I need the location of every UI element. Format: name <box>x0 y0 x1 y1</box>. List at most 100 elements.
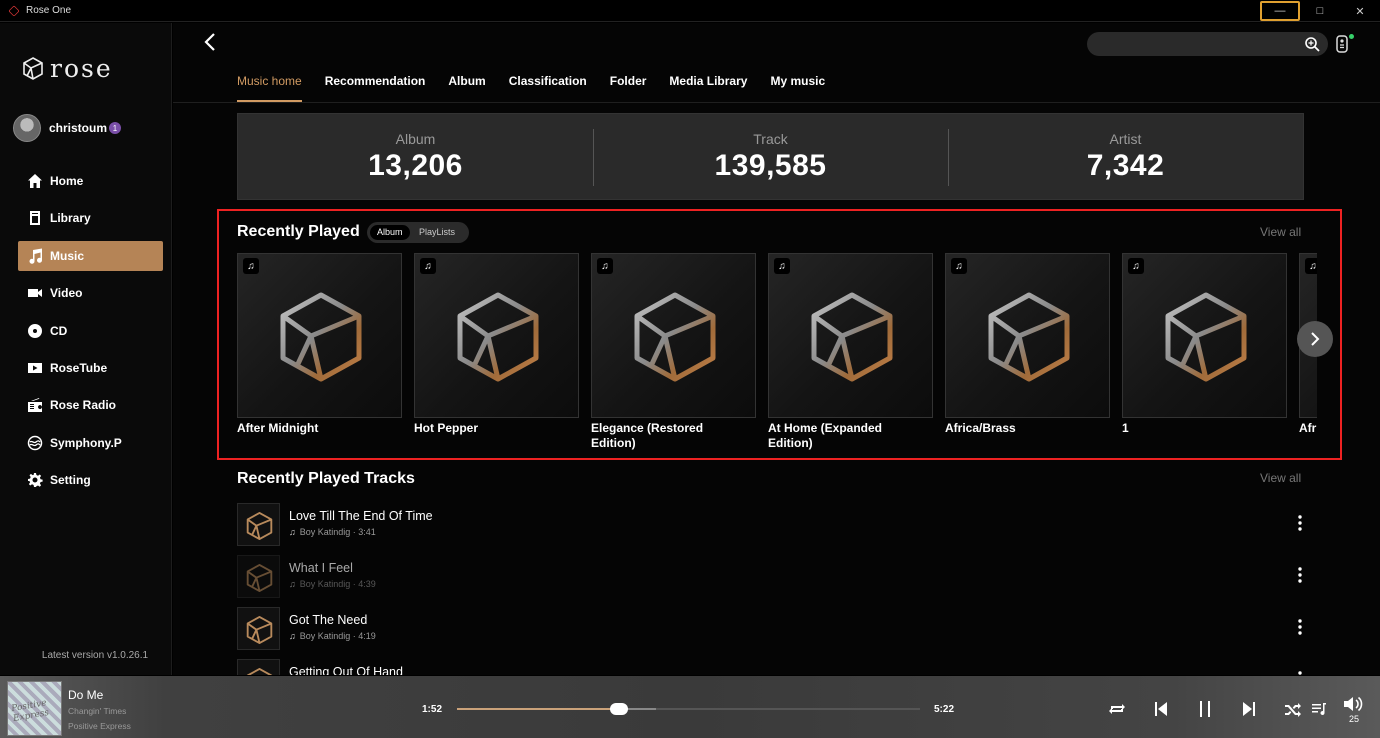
album-title[interactable]: Elegance (Restored Edition) <box>591 421 751 451</box>
music-icon <box>29 248 42 264</box>
more-options-button[interactable] <box>1298 619 1302 635</box>
album-card[interactable]: ♫ Elegance (Restored Edition) <box>591 253 756 451</box>
album-title[interactable]: At Home (Expanded Edition) <box>768 421 928 451</box>
tab-folder[interactable]: Folder <box>610 74 647 96</box>
connection-status-dot <box>1349 34 1354 39</box>
track-thumbnail[interactable] <box>237 503 280 546</box>
track-title[interactable]: Getting Out Of Hand <box>289 665 403 675</box>
repeat-icon <box>1109 704 1125 714</box>
pause-button[interactable] <box>1194 698 1216 720</box>
version-label: Latest version v1.0.26.1 <box>41 650 149 661</box>
album-cover[interactable]: ♫ <box>414 253 579 418</box>
sidebar-item-library[interactable]: Library <box>18 203 163 233</box>
sidebar-item-home[interactable]: Home <box>18 166 163 196</box>
sidebar-item-label: RoseTube <box>50 360 108 375</box>
track-thumbnail[interactable] <box>237 607 280 650</box>
total-duration: 5:22 <box>934 704 955 715</box>
track-artist-duration: Boy Katindig · 4:39 <box>299 579 376 589</box>
search-icon[interactable] <box>1304 36 1320 52</box>
track-title[interactable]: What I Feel <box>289 561 353 575</box>
track-row[interactable]: What I Feel ♫ Boy Katindig · 4:39 <box>237 555 1307 599</box>
shuffle-button[interactable] <box>1282 698 1304 720</box>
tab-bar: Music home Recommendation Album Classifi… <box>237 74 848 96</box>
album-card[interactable]: ♫ After Midnight <box>237 253 402 436</box>
more-options-button[interactable] <box>1298 567 1302 583</box>
progress-fill <box>457 708 620 710</box>
volume-button[interactable] <box>1342 693 1364 715</box>
sidebar-item-symphony[interactable]: Symphony.P <box>18 428 163 458</box>
album-title[interactable]: Africa/Brass <box>945 421 1105 436</box>
stat-label: Album <box>395 131 436 147</box>
now-playing-bar: Positive Express Do Me Changin' Times Po… <box>0 676 1380 738</box>
album-card[interactable]: ♫ Hot Pepper <box>414 253 579 436</box>
chip-album[interactable]: Album <box>370 225 410 240</box>
maximize-button[interactable]: □ <box>1300 1 1340 21</box>
tab-classification[interactable]: Classification <box>509 74 587 96</box>
track-thumbnail[interactable] <box>237 659 280 675</box>
recently-played-view-all[interactable]: View all <box>1260 225 1301 239</box>
shuffle-icon <box>1285 703 1301 717</box>
now-playing-album-art[interactable]: Positive Express <box>7 681 62 736</box>
stat-track[interactable]: Track 139,585 <box>593 114 948 199</box>
album-cover[interactable]: ♫ <box>591 253 756 418</box>
album-title[interactable]: After Midnight <box>237 421 397 436</box>
tab-media-library[interactable]: Media Library <box>669 74 747 96</box>
music-note-icon: ♫ <box>420 258 436 274</box>
sidebar-item-music[interactable]: Music <box>18 240 163 271</box>
more-options-button[interactable] <box>1298 671 1302 675</box>
next-button[interactable] <box>1238 698 1260 720</box>
carousel-next-button[interactable] <box>1297 321 1333 357</box>
tab-music-home[interactable]: Music home <box>237 74 302 96</box>
album-title[interactable]: 1 <box>1122 421 1282 436</box>
user-profile[interactable]: christoum 1 <box>13 114 122 142</box>
stat-album[interactable]: Album 13,206 <box>238 114 593 199</box>
sidebar-item-rosetube[interactable]: RoseTube <box>18 353 163 383</box>
close-button[interactable]: ✕ <box>1340 1 1380 21</box>
stat-value: 7,342 <box>1086 149 1165 182</box>
tab-recommendation[interactable]: Recommendation <box>325 74 426 96</box>
more-options-button[interactable] <box>1298 515 1302 531</box>
previous-button[interactable] <box>1150 698 1172 720</box>
album-cover[interactable]: ♫ <box>237 253 402 418</box>
minimize-button[interactable]: — <box>1260 1 1300 21</box>
queue-button[interactable] <box>1308 698 1330 720</box>
back-button[interactable] <box>204 32 216 58</box>
tab-my-music[interactable]: My music <box>770 74 825 96</box>
stat-artist[interactable]: Artist 7,342 <box>948 114 1303 199</box>
album-card[interactable]: ♫ At Home (Expanded Edition) <box>768 253 933 451</box>
album-cover[interactable]: ♫ <box>945 253 1110 418</box>
progress-slider[interactable] <box>457 703 920 715</box>
logo-text: rose <box>50 54 113 83</box>
repeat-button[interactable] <box>1106 698 1128 720</box>
symphony-icon <box>27 435 43 450</box>
album-cover[interactable]: ♫ <box>1122 253 1287 418</box>
search-input[interactable] <box>1087 32 1328 56</box>
recent-tracks-view-all[interactable]: View all <box>1260 471 1301 485</box>
music-note-icon: ♫ <box>289 631 296 641</box>
track-row[interactable]: Getting Out Of Hand <box>237 659 1307 675</box>
track-row[interactable]: Love Till The End Of Time ♫ Boy Katindig … <box>237 503 1307 547</box>
music-note-icon: ♫ <box>1128 258 1144 274</box>
album-card[interactable]: ♫ 1 <box>1122 253 1287 436</box>
sidebar-item-label: Home <box>50 174 84 188</box>
cd-icon <box>28 323 42 338</box>
sidebar-item-rose-radio[interactable]: Rose Radio <box>18 390 163 420</box>
chip-playlists[interactable]: PlayLists <box>412 225 462 240</box>
track-row[interactable]: Got The Need ♫ Boy Katindig · 4:19 <box>237 607 1307 651</box>
progress-knob[interactable] <box>610 703 629 715</box>
avatar <box>13 114 41 142</box>
sidebar-item-setting[interactable]: Setting <box>18 465 163 495</box>
track-title[interactable]: Love Till The End Of Time <box>289 509 433 523</box>
remote-icon[interactable] <box>1335 34 1349 54</box>
track-title[interactable]: Got The Need <box>289 613 367 627</box>
stat-label: Artist <box>1109 131 1142 147</box>
sidebar-item-video[interactable]: Video <box>18 278 163 308</box>
album-title[interactable]: Hot Pepper <box>414 421 574 436</box>
album-cover[interactable]: ♫ <box>768 253 933 418</box>
track-thumbnail[interactable] <box>237 555 280 598</box>
album-title[interactable]: Afr <box>1299 421 1317 436</box>
rose-logo[interactable]: rose <box>22 54 113 83</box>
album-card[interactable]: ♫ Africa/Brass <box>945 253 1110 436</box>
tab-album[interactable]: Album <box>448 74 485 96</box>
sidebar-item-cd[interactable]: CD <box>18 316 163 346</box>
